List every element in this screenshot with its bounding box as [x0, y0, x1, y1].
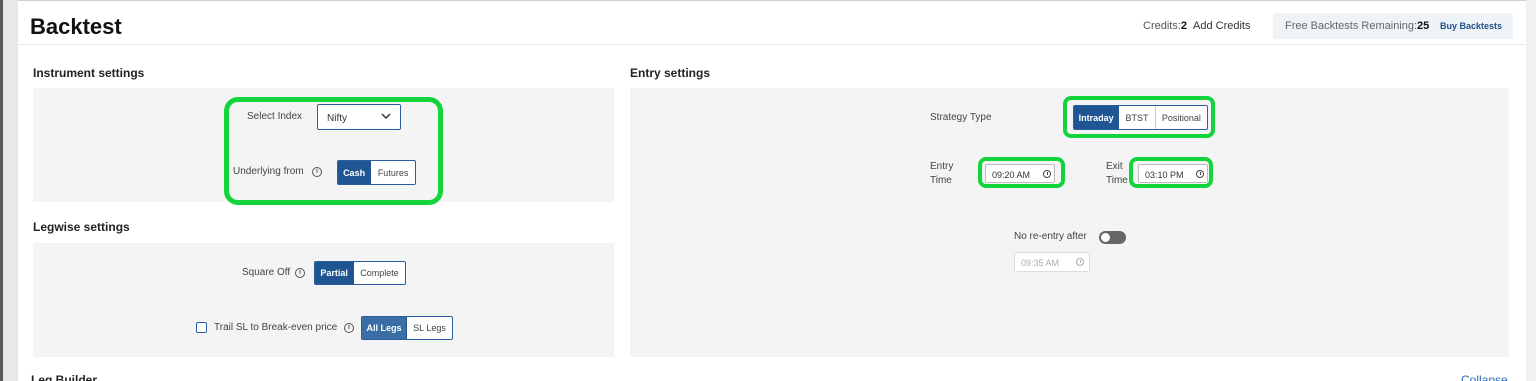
- credits-label: Credits:: [1143, 20, 1181, 32]
- exit-time-label-line1: Exit: [1106, 161, 1123, 172]
- chevron-down-icon: [381, 113, 391, 120]
- free-backtests-count: 25: [1417, 20, 1430, 32]
- strategy-intraday-option[interactable]: Intraday: [1074, 106, 1120, 129]
- clock-icon[interactable]: [1196, 170, 1204, 178]
- index-select-value: Nifty: [327, 113, 347, 124]
- leg-builder-title: Leg Builder: [31, 373, 98, 381]
- scrollbar-track[interactable]: [1526, 0, 1536, 381]
- select-index-label: Select Index: [247, 111, 303, 122]
- buy-backtests-button[interactable]: Buy Backtests: [1440, 21, 1502, 31]
- exit-time-label-line2: Time: [1106, 175, 1128, 186]
- info-icon[interactable]: i: [295, 268, 305, 278]
- instrument-settings-title: Instrument settings: [33, 66, 145, 80]
- underlying-futures-option[interactable]: Futures: [371, 161, 415, 184]
- trail-sl-checkbox[interactable]: [196, 322, 207, 333]
- credits-value: 2: [1180, 20, 1188, 32]
- legwise-settings-panel: Square Off i Partial Complete Trail SL t…: [33, 243, 614, 357]
- entry-time-input[interactable]: 09:20 AM: [985, 164, 1055, 183]
- clock-icon[interactable]: [1076, 258, 1084, 266]
- strategy-btst-option[interactable]: BTST: [1119, 106, 1156, 129]
- entry-time-label-line1: Entry: [930, 161, 954, 172]
- credits-display: Credits:2: [1143, 20, 1187, 32]
- clock-icon[interactable]: [1043, 170, 1051, 178]
- no-reentry-label: No re-entry after: [1014, 231, 1087, 242]
- trail-sl-legs-option[interactable]: SL Legs: [407, 317, 452, 339]
- underlying-cash-option[interactable]: Cash: [338, 161, 372, 184]
- backtest-page: Backtest Credits:2 Add Credits Free Back…: [18, 0, 1526, 381]
- entry-settings-title: Entry settings: [630, 66, 711, 80]
- strategy-type-label: Strategy Type: [930, 112, 992, 123]
- square-off-toggle: Partial Complete: [314, 261, 406, 285]
- underlying-from-label: Underlying from: [233, 166, 304, 177]
- left-edge-strip: [0, 0, 18, 381]
- exit-time-input[interactable]: 03:10 PM: [1138, 164, 1208, 183]
- square-off-partial-option[interactable]: Partial: [315, 262, 355, 284]
- no-reentry-toggle[interactable]: [1099, 231, 1126, 244]
- top-bar: Backtest Credits:2 Add Credits Free Back…: [18, 1, 1526, 45]
- strategy-type-toggle: Intraday BTST Positional: [1073, 105, 1208, 130]
- index-select[interactable]: Nifty: [317, 104, 401, 130]
- trail-legs-toggle: All Legs SL Legs: [361, 316, 453, 340]
- instrument-settings-panel: Select Index Nifty Underlying from i Cas…: [33, 88, 614, 202]
- free-backtests-label: Free Backtests Remaining:: [1285, 20, 1418, 32]
- free-backtests-box: Free Backtests Remaining: 25 Buy Backtes…: [1273, 13, 1513, 39]
- strategy-positional-option[interactable]: Positional: [1156, 106, 1207, 129]
- collapse-link[interactable]: Collapse: [1461, 373, 1508, 381]
- page-title: Backtest: [30, 14, 122, 39]
- entry-settings-panel: Strategy Type Intraday BTST Positional E…: [630, 88, 1509, 357]
- underlying-toggle: Cash Futures: [337, 160, 416, 185]
- trail-all-legs-option[interactable]: All Legs: [362, 317, 408, 339]
- square-off-label: Square Off: [242, 267, 291, 278]
- no-reentry-time-value: 09:35 AM: [1021, 258, 1060, 268]
- entry-time-value: 09:20 AM: [992, 170, 1031, 180]
- legwise-settings-title: Legwise settings: [33, 220, 130, 234]
- square-off-complete-option[interactable]: Complete: [354, 262, 405, 284]
- exit-time-value: 03:10 PM: [1145, 170, 1184, 180]
- info-icon[interactable]: i: [312, 167, 322, 177]
- no-reentry-time-input[interactable]: 09:35 AM: [1014, 252, 1090, 272]
- left-edge-dark: [0, 0, 3, 381]
- trail-sl-label: Trail SL to Break-even price: [214, 322, 338, 333]
- toggle-knob: [1101, 233, 1110, 242]
- info-icon[interactable]: i: [344, 323, 354, 333]
- entry-time-label-line2: Time: [930, 175, 952, 186]
- add-credits-link[interactable]: Add Credits: [1193, 20, 1250, 32]
